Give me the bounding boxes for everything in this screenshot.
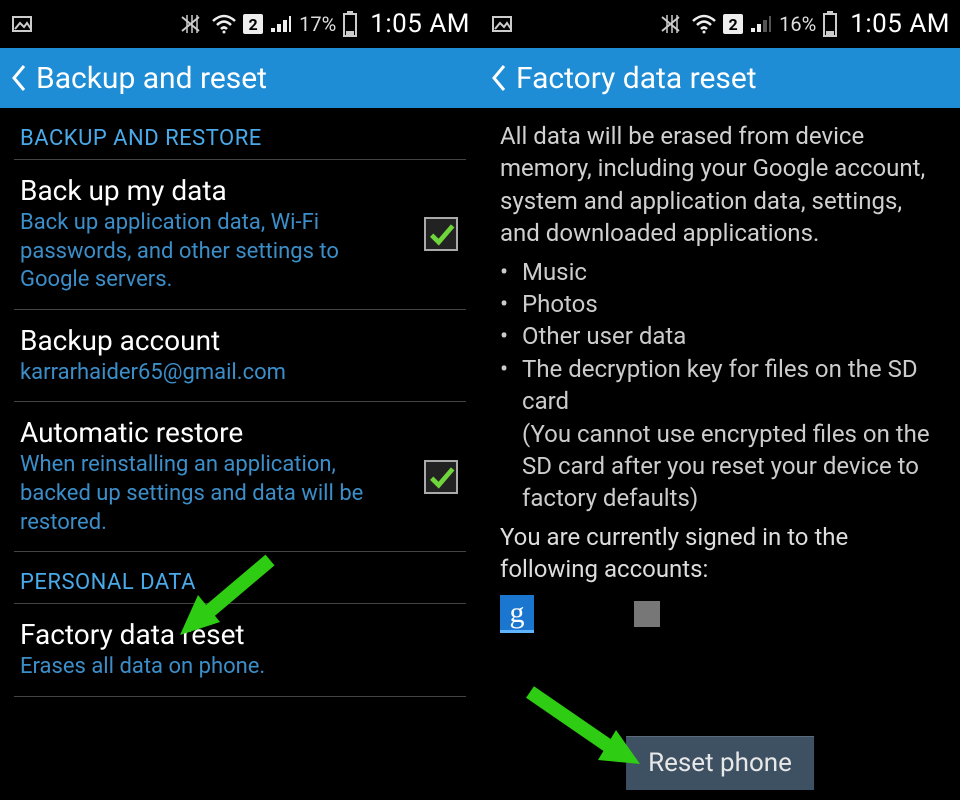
list-item: •Other user data	[500, 320, 940, 352]
item-factory-data-reset[interactable]: Factory data reset Erases all data on ph…	[0, 604, 480, 696]
signal-icon	[749, 14, 771, 34]
account-placeholder-icon[interactable]	[634, 601, 660, 627]
erased-items-list: •Music •Photos •Other user data •The dec…	[480, 250, 960, 515]
battery-icon	[342, 11, 358, 37]
item-desc: Back up application data, Wi-Fi password…	[20, 209, 400, 295]
vibrate-icon	[659, 13, 685, 35]
item-automatic-restore[interactable]: Automatic restore When reinstalling an a…	[0, 402, 480, 551]
battery-icon	[822, 11, 838, 37]
list-item: •Photos	[500, 288, 940, 320]
page-title: Backup and reset	[36, 61, 267, 96]
accounts-row: g	[480, 585, 960, 633]
item-desc: When reinstalling an application, backed…	[20, 451, 400, 537]
item-desc: Erases all data on phone.	[20, 653, 400, 682]
checkbox-automatic-restore[interactable]	[424, 460, 458, 494]
list-item: •The decryption key for files on the SD …	[500, 353, 940, 418]
google-account-icon[interactable]: g	[500, 595, 534, 633]
content: BACKUP AND RESTORE Back up my data Back …	[0, 108, 480, 697]
wifi-icon	[691, 13, 717, 35]
status-bar: 2 17% 1:05 AM	[0, 0, 480, 48]
page-title: Factory data reset	[516, 61, 757, 96]
item-backup-account[interactable]: Backup account karrarhaider65@gmail.com	[0, 310, 480, 402]
status-bar: 2 16% 1:05 AM	[480, 0, 960, 48]
list-item-note: (You cannot use encrypted files on the S…	[500, 418, 940, 515]
item-title: Backup account	[20, 324, 460, 357]
section-header-backup-restore: BACKUP AND RESTORE	[0, 108, 480, 159]
battery-percent: 16%	[779, 12, 816, 36]
back-icon[interactable]	[10, 63, 28, 93]
clock: 1:05 AM	[370, 9, 470, 39]
list-item: •Music	[500, 256, 940, 288]
sim-indicator: 2	[243, 14, 263, 34]
clock: 1:05 AM	[850, 9, 950, 39]
screen-backup-and-reset: 2 17% 1:05 AM Backup and reset BACKUP AN…	[0, 0, 480, 800]
back-icon[interactable]	[490, 63, 508, 93]
title-bar: Factory data reset	[480, 48, 960, 108]
vibrate-icon	[179, 13, 205, 35]
item-desc: karrarhaider65@gmail.com	[20, 359, 400, 388]
factory-reset-description: All data will be erased from device memo…	[480, 108, 960, 250]
signed-in-text: You are currently signed in to the follo…	[480, 515, 960, 586]
checkbox-back-up-my-data[interactable]	[424, 217, 458, 251]
screenshot-icon	[10, 12, 34, 36]
title-bar: Backup and reset	[0, 48, 480, 108]
item-title: Automatic restore	[20, 416, 460, 449]
wifi-icon	[211, 13, 237, 35]
item-title: Factory data reset	[20, 618, 460, 651]
divider	[14, 696, 466, 697]
section-header-personal-data: PERSONAL DATA	[0, 552, 480, 603]
screenshot-icon	[490, 12, 514, 36]
battery-percent: 17%	[299, 12, 336, 36]
signal-icon	[269, 14, 291, 34]
sim-indicator: 2	[723, 14, 743, 34]
screen-factory-data-reset: 2 16% 1:05 AM Factory data reset All dat…	[480, 0, 960, 800]
item-title: Back up my data	[20, 174, 460, 207]
item-back-up-my-data[interactable]: Back up my data Back up application data…	[0, 160, 480, 309]
reset-phone-button[interactable]: Reset phone	[626, 736, 814, 790]
